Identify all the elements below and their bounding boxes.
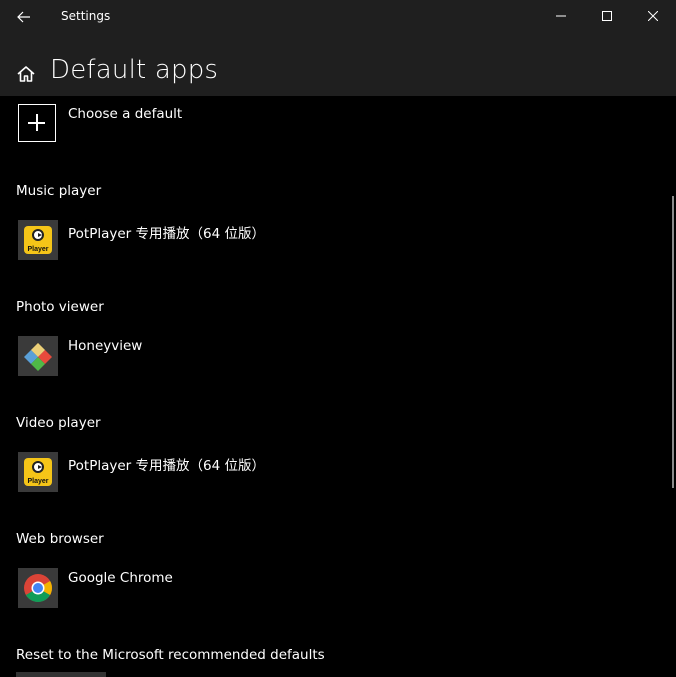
minimize-icon bbox=[556, 15, 566, 17]
reset-button[interactable] bbox=[16, 672, 106, 677]
music-player-app-name: PotPlayer 专用播放（64 位版） bbox=[68, 226, 265, 242]
scrollbar[interactable] bbox=[672, 196, 674, 488]
web-browser-app-name: Google Chrome bbox=[68, 570, 173, 586]
chrome-icon bbox=[18, 568, 58, 608]
back-arrow-icon bbox=[17, 11, 30, 23]
close-icon bbox=[648, 11, 658, 21]
potplayer-icon: Player bbox=[18, 220, 58, 260]
reset-label: Reset to the Microsoft recommended defau… bbox=[16, 647, 325, 663]
video-player-app-name: PotPlayer 专用播放（64 位版） bbox=[68, 458, 265, 474]
home-icon[interactable] bbox=[15, 63, 37, 85]
close-button[interactable] bbox=[630, 0, 676, 32]
back-button[interactable] bbox=[8, 4, 40, 30]
honeyview-icon bbox=[18, 336, 58, 376]
section-heading-browser: Web browser bbox=[16, 531, 104, 547]
section-heading-video: Video player bbox=[16, 415, 101, 431]
content-area: Choose a default Music player Player Pot… bbox=[0, 96, 676, 677]
potplayer-icon: Player bbox=[18, 452, 58, 492]
section-heading-photo: Photo viewer bbox=[16, 299, 104, 315]
page-header: Default apps bbox=[0, 34, 676, 96]
title-bar: Settings bbox=[0, 0, 676, 34]
choose-default-label: Choose a default bbox=[68, 106, 183, 122]
photo-viewer-app-name: Honeyview bbox=[68, 338, 143, 354]
section-heading-music: Music player bbox=[16, 183, 102, 199]
page-title: Default apps bbox=[50, 55, 219, 85]
plus-icon bbox=[18, 104, 56, 142]
window-title: Settings bbox=[61, 9, 111, 23]
maximize-button[interactable] bbox=[584, 0, 630, 32]
maximize-icon bbox=[602, 11, 612, 21]
minimize-button[interactable] bbox=[538, 0, 584, 32]
